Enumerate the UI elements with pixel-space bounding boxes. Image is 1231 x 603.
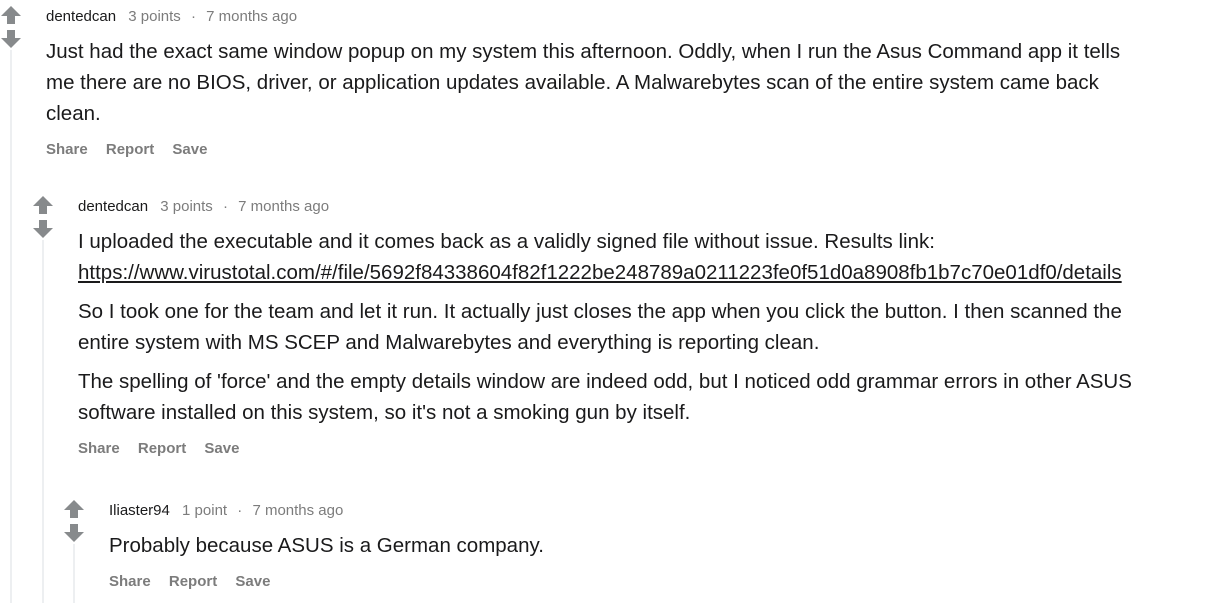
- points: 1 point: [182, 502, 228, 519]
- upvote-arrow-icon[interactable]: [32, 196, 54, 214]
- meta-separator: ·: [190, 8, 196, 25]
- text-line: clean.: [46, 102, 101, 125]
- comment-body: dentedcan 3 points · 7 months ago I uplo…: [78, 190, 1225, 457]
- comment-text: I uploaded the executable and it comes b…: [78, 226, 1225, 428]
- author-link[interactable]: dentedcan: [46, 8, 116, 25]
- share-button[interactable]: Share: [46, 141, 88, 158]
- meta-separator: ·: [237, 502, 243, 519]
- author-link[interactable]: Iliaster94: [109, 502, 170, 519]
- report-button[interactable]: Report: [169, 573, 217, 590]
- comment-paragraph: I uploaded the executable and it comes b…: [78, 226, 1225, 288]
- author-link[interactable]: dentedcan: [78, 198, 148, 215]
- vote-column: [0, 6, 22, 48]
- text-line: software installed on this system, so it…: [78, 401, 691, 424]
- comment-paragraph: Just had the exact same window popup on …: [46, 36, 1225, 129]
- comment-text: Probably because ASUS is a German compan…: [109, 530, 1225, 561]
- comment-meta: Iliaster94 1 point · 7 months ago: [109, 500, 1225, 522]
- vote-column: [63, 500, 85, 542]
- share-button[interactable]: Share: [78, 440, 120, 457]
- comment-thread: dentedcan 3 points · 7 months ago Just h…: [0, 0, 1231, 603]
- text-line: entire system with MS SCEP and Malwareby…: [78, 331, 820, 354]
- downvote-arrow-icon[interactable]: [0, 30, 22, 48]
- comment-text: Just had the exact same window popup on …: [46, 36, 1225, 129]
- share-button[interactable]: Share: [109, 573, 151, 590]
- comment-meta: dentedcan 3 points · 7 months ago: [78, 196, 1225, 218]
- text-line: I uploaded the executable and it comes b…: [78, 230, 935, 253]
- text-line: So I took one for the team and let it ru…: [78, 300, 1122, 323]
- save-button[interactable]: Save: [235, 573, 270, 590]
- thread-line[interactable]: [42, 240, 44, 603]
- text-line: Just had the exact same window popup on …: [46, 40, 1121, 63]
- report-button[interactable]: Report: [138, 440, 186, 457]
- downvote-arrow-icon[interactable]: [63, 524, 85, 542]
- comment-paragraph: Probably because ASUS is a German compan…: [109, 534, 544, 557]
- text-line: The spelling of 'force' and the empty de…: [78, 370, 1132, 393]
- upvote-arrow-icon[interactable]: [63, 500, 85, 518]
- save-button[interactable]: Save: [204, 440, 239, 457]
- text-line: me there are no BIOS, driver, or applica…: [46, 71, 1099, 94]
- thread-line[interactable]: [73, 544, 75, 603]
- points: 3 points: [160, 198, 213, 215]
- timestamp[interactable]: 7 months ago: [206, 8, 297, 25]
- comment-actions: Share Report Save: [109, 573, 1225, 590]
- comment-paragraph: So I took one for the team and let it ru…: [78, 296, 1225, 358]
- meta-separator: ·: [222, 198, 228, 215]
- thread-line[interactable]: [10, 50, 12, 603]
- upvote-arrow-icon[interactable]: [0, 6, 22, 24]
- points: 3 points: [128, 8, 181, 25]
- comment-actions: Share Report Save: [46, 141, 1225, 158]
- virustotal-link[interactable]: https://www.virustotal.com/#/file/5692f8…: [78, 261, 1122, 284]
- comment-paragraph: The spelling of 'force' and the empty de…: [78, 366, 1225, 428]
- vote-column: [32, 196, 54, 238]
- comment-body: dentedcan 3 points · 7 months ago Just h…: [46, 0, 1225, 158]
- save-button[interactable]: Save: [172, 141, 207, 158]
- comment-meta: dentedcan 3 points · 7 months ago: [46, 6, 1225, 28]
- comment-actions: Share Report Save: [78, 440, 1225, 457]
- report-button[interactable]: Report: [106, 141, 154, 158]
- timestamp[interactable]: 7 months ago: [252, 502, 343, 519]
- timestamp[interactable]: 7 months ago: [238, 198, 329, 215]
- downvote-arrow-icon[interactable]: [32, 220, 54, 238]
- comment-body: Iliaster94 1 point · 7 months ago Probab…: [109, 494, 1225, 590]
